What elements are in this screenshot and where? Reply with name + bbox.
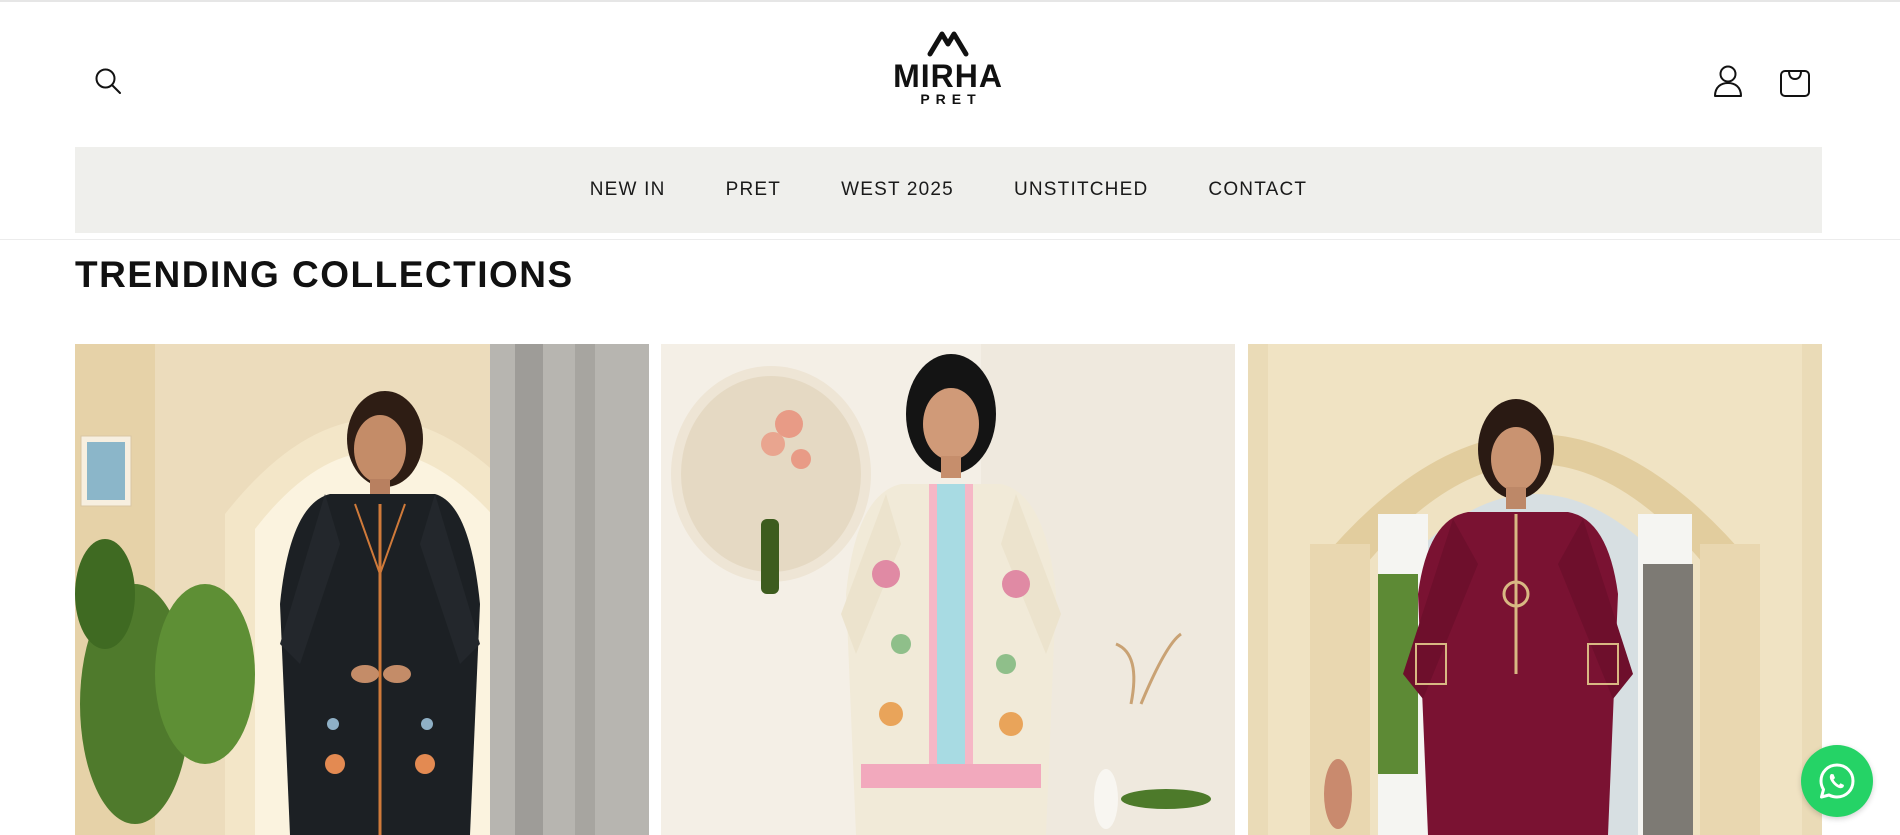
cart-icon bbox=[1780, 70, 1810, 97]
brand-logo[interactable]: MIRHA PRET bbox=[880, 30, 1016, 116]
collection-card[interactable] bbox=[661, 344, 1235, 835]
product-image-maroon-embroidered-suit bbox=[1248, 344, 1822, 835]
whatsapp-chat-button[interactable] bbox=[1801, 745, 1873, 817]
account-icon bbox=[1714, 65, 1742, 97]
header-divider bbox=[0, 239, 1900, 240]
nav-item-pret[interactable]: PRET bbox=[726, 179, 781, 201]
account-button[interactable] bbox=[1704, 57, 1752, 105]
site-header: MIRHA PRET bbox=[0, 0, 1900, 146]
collection-card[interactable] bbox=[75, 344, 649, 835]
product-image-printed-cream-suit bbox=[661, 344, 1235, 835]
product-image-black-embroidered-suit bbox=[75, 344, 649, 835]
collection-card[interactable] bbox=[1248, 344, 1822, 835]
brand-mark-icon bbox=[927, 31, 969, 57]
nav-item-unstitched[interactable]: UNSTITCHED bbox=[1014, 179, 1148, 201]
brand-subtitle: PRET bbox=[920, 91, 982, 107]
nav-item-new-in[interactable]: NEW IN bbox=[590, 179, 666, 201]
search-button[interactable] bbox=[84, 57, 132, 105]
main-navigation: NEW IN PRET WEST 2025 UNSTITCHED CONTACT bbox=[75, 147, 1822, 233]
cart-button[interactable] bbox=[1771, 57, 1819, 105]
nav-item-west-2025[interactable]: WEST 2025 bbox=[841, 179, 954, 201]
nav-item-contact[interactable]: CONTACT bbox=[1208, 179, 1307, 201]
brand-name: MIRHA bbox=[893, 58, 1003, 94]
whatsapp-icon bbox=[1819, 763, 1855, 799]
collection-grid bbox=[75, 344, 1822, 835]
section-title: TRENDING COLLECTIONS bbox=[75, 254, 574, 295]
search-icon bbox=[95, 68, 121, 94]
